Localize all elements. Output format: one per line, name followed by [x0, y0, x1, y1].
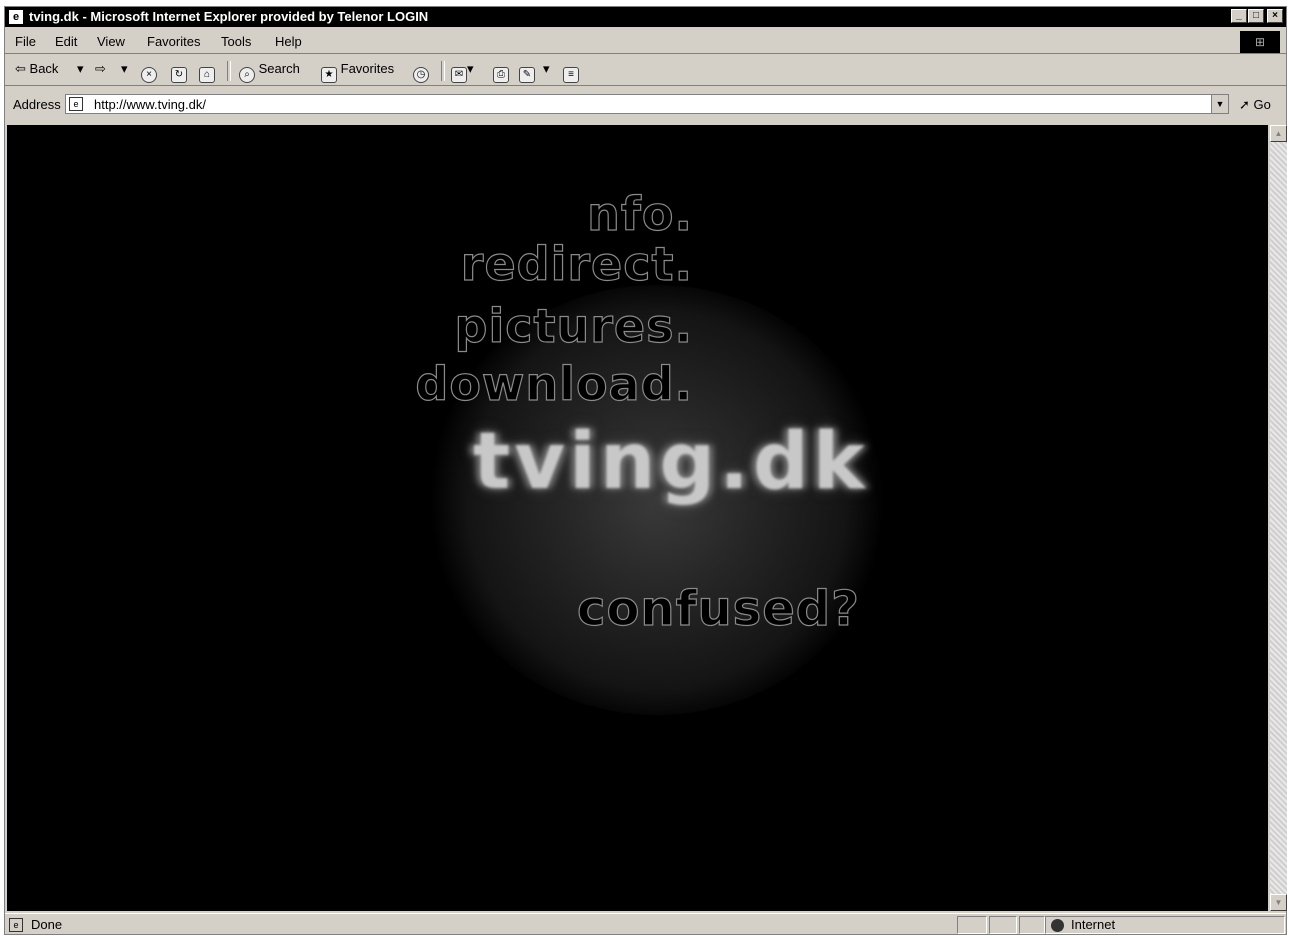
forward-dropdown-icon[interactable]: ▾ [121, 61, 128, 77]
windows-logo-icon: ⊞ [1240, 31, 1280, 53]
status-pane [957, 916, 987, 934]
search-icon: ⌕ [239, 67, 255, 83]
go-button[interactable]: ➚ Go [1239, 97, 1271, 113]
menu-view[interactable]: View [97, 34, 125, 49]
minimize-button[interactable]: _ [1231, 9, 1247, 23]
edit-button[interactable]: ✎ [519, 61, 535, 83]
favorites-label: Favorites [340, 61, 395, 76]
address-bar: Address e http://www.tving.dk/ ▼ ➚ Go [5, 87, 1286, 119]
title-bar[interactable]: e tving.dk - Microsoft Internet Explorer… [5, 7, 1286, 27]
menu-file[interactable]: File [15, 34, 36, 49]
page-done-icon: e [9, 918, 23, 932]
site-logo: tving.dk [473, 417, 869, 507]
nav-link-nfo[interactable]: nfo. [587, 186, 693, 241]
window-title: tving.dk - Microsoft Internet Explorer p… [29, 9, 429, 24]
nav-link-redirect[interactable]: redirect. [460, 236, 693, 291]
go-arrow-icon: ➚ [1239, 97, 1250, 112]
browser-window: e tving.dk - Microsoft Internet Explorer… [4, 6, 1287, 935]
mail-button[interactable]: ✉ ▾ [451, 61, 474, 83]
discuss-icon: ≡ [563, 67, 579, 83]
discuss-button[interactable]: ≡ [563, 61, 579, 83]
go-label: Go [1253, 97, 1271, 112]
menu-edit[interactable]: Edit [55, 34, 77, 49]
address-url: http://www.tving.dk/ [94, 97, 206, 112]
search-label: Search [258, 61, 300, 76]
scroll-down-button[interactable]: ▼ [1270, 894, 1287, 911]
globe-icon [1051, 919, 1064, 932]
search-button[interactable]: ⌕ Search [239, 61, 300, 83]
menu-favorites[interactable]: Favorites [147, 34, 200, 49]
status-pane [989, 916, 1017, 934]
home-icon: ⌂ [199, 67, 215, 83]
edit-dropdown-icon[interactable]: ▾ [543, 61, 550, 77]
menu-bar: File Edit View Favorites Tools Help [5, 29, 1286, 54]
toolbar-divider [441, 61, 445, 81]
address-input[interactable]: e http://www.tving.dk/ ▼ [65, 94, 1229, 114]
status-pane [1019, 916, 1045, 934]
toolbar-divider [227, 61, 231, 81]
status-text: Done [31, 917, 63, 932]
ie-logo-icon: e [9, 10, 23, 24]
close-button[interactable]: × [1267, 9, 1283, 23]
address-label: Address [13, 97, 61, 112]
stop-icon: × [141, 67, 157, 83]
history-icon: ◷ [413, 67, 429, 83]
scroll-up-button[interactable]: ▲ [1270, 125, 1287, 142]
back-label: Back [29, 61, 59, 76]
edit-icon: ✎ [519, 67, 535, 83]
forward-button[interactable]: ⇨ [95, 61, 106, 77]
status-bar: e Done Internet [5, 913, 1286, 936]
home-button[interactable]: ⌂ [199, 61, 215, 83]
nav-link-download[interactable]: download. [415, 356, 693, 411]
menu-tools[interactable]: Tools [221, 34, 251, 49]
refresh-icon: ↻ [171, 67, 187, 83]
print-icon: ⎙ [493, 67, 509, 83]
maximize-button[interactable]: □ [1248, 9, 1264, 23]
nav-link-pictures[interactable]: pictures. [454, 298, 693, 353]
back-arrow-icon: ⇦ [15, 61, 26, 76]
stop-button[interactable]: × [141, 61, 157, 83]
page-content: nfo. redirect. pictures. download. tving… [7, 125, 1268, 911]
address-dropdown-icon[interactable]: ▼ [1211, 95, 1228, 113]
print-button[interactable]: ⎙ [493, 61, 509, 83]
mail-icon: ✉ [451, 67, 467, 83]
refresh-button[interactable]: ↻ [171, 61, 187, 83]
vertical-scrollbar[interactable]: ▲ ▼ [1270, 125, 1287, 911]
favorites-button[interactable]: ★ Favorites [321, 61, 394, 83]
favorites-star-icon: ★ [321, 67, 337, 83]
history-button[interactable]: ◷ [413, 61, 429, 83]
menu-help[interactable]: Help [275, 34, 302, 49]
zone-text: Internet [1071, 917, 1116, 932]
page-icon: e [69, 97, 83, 111]
toolbar: ⇦ Back ▾ ⇨ ▾ × ↻ ⌂ ⌕ Search ★ Favorites … [5, 55, 1286, 86]
back-button[interactable]: ⇦ Back [15, 61, 58, 77]
confused-link[interactable]: confused? [576, 580, 860, 637]
back-dropdown-icon[interactable]: ▾ [77, 61, 84, 77]
